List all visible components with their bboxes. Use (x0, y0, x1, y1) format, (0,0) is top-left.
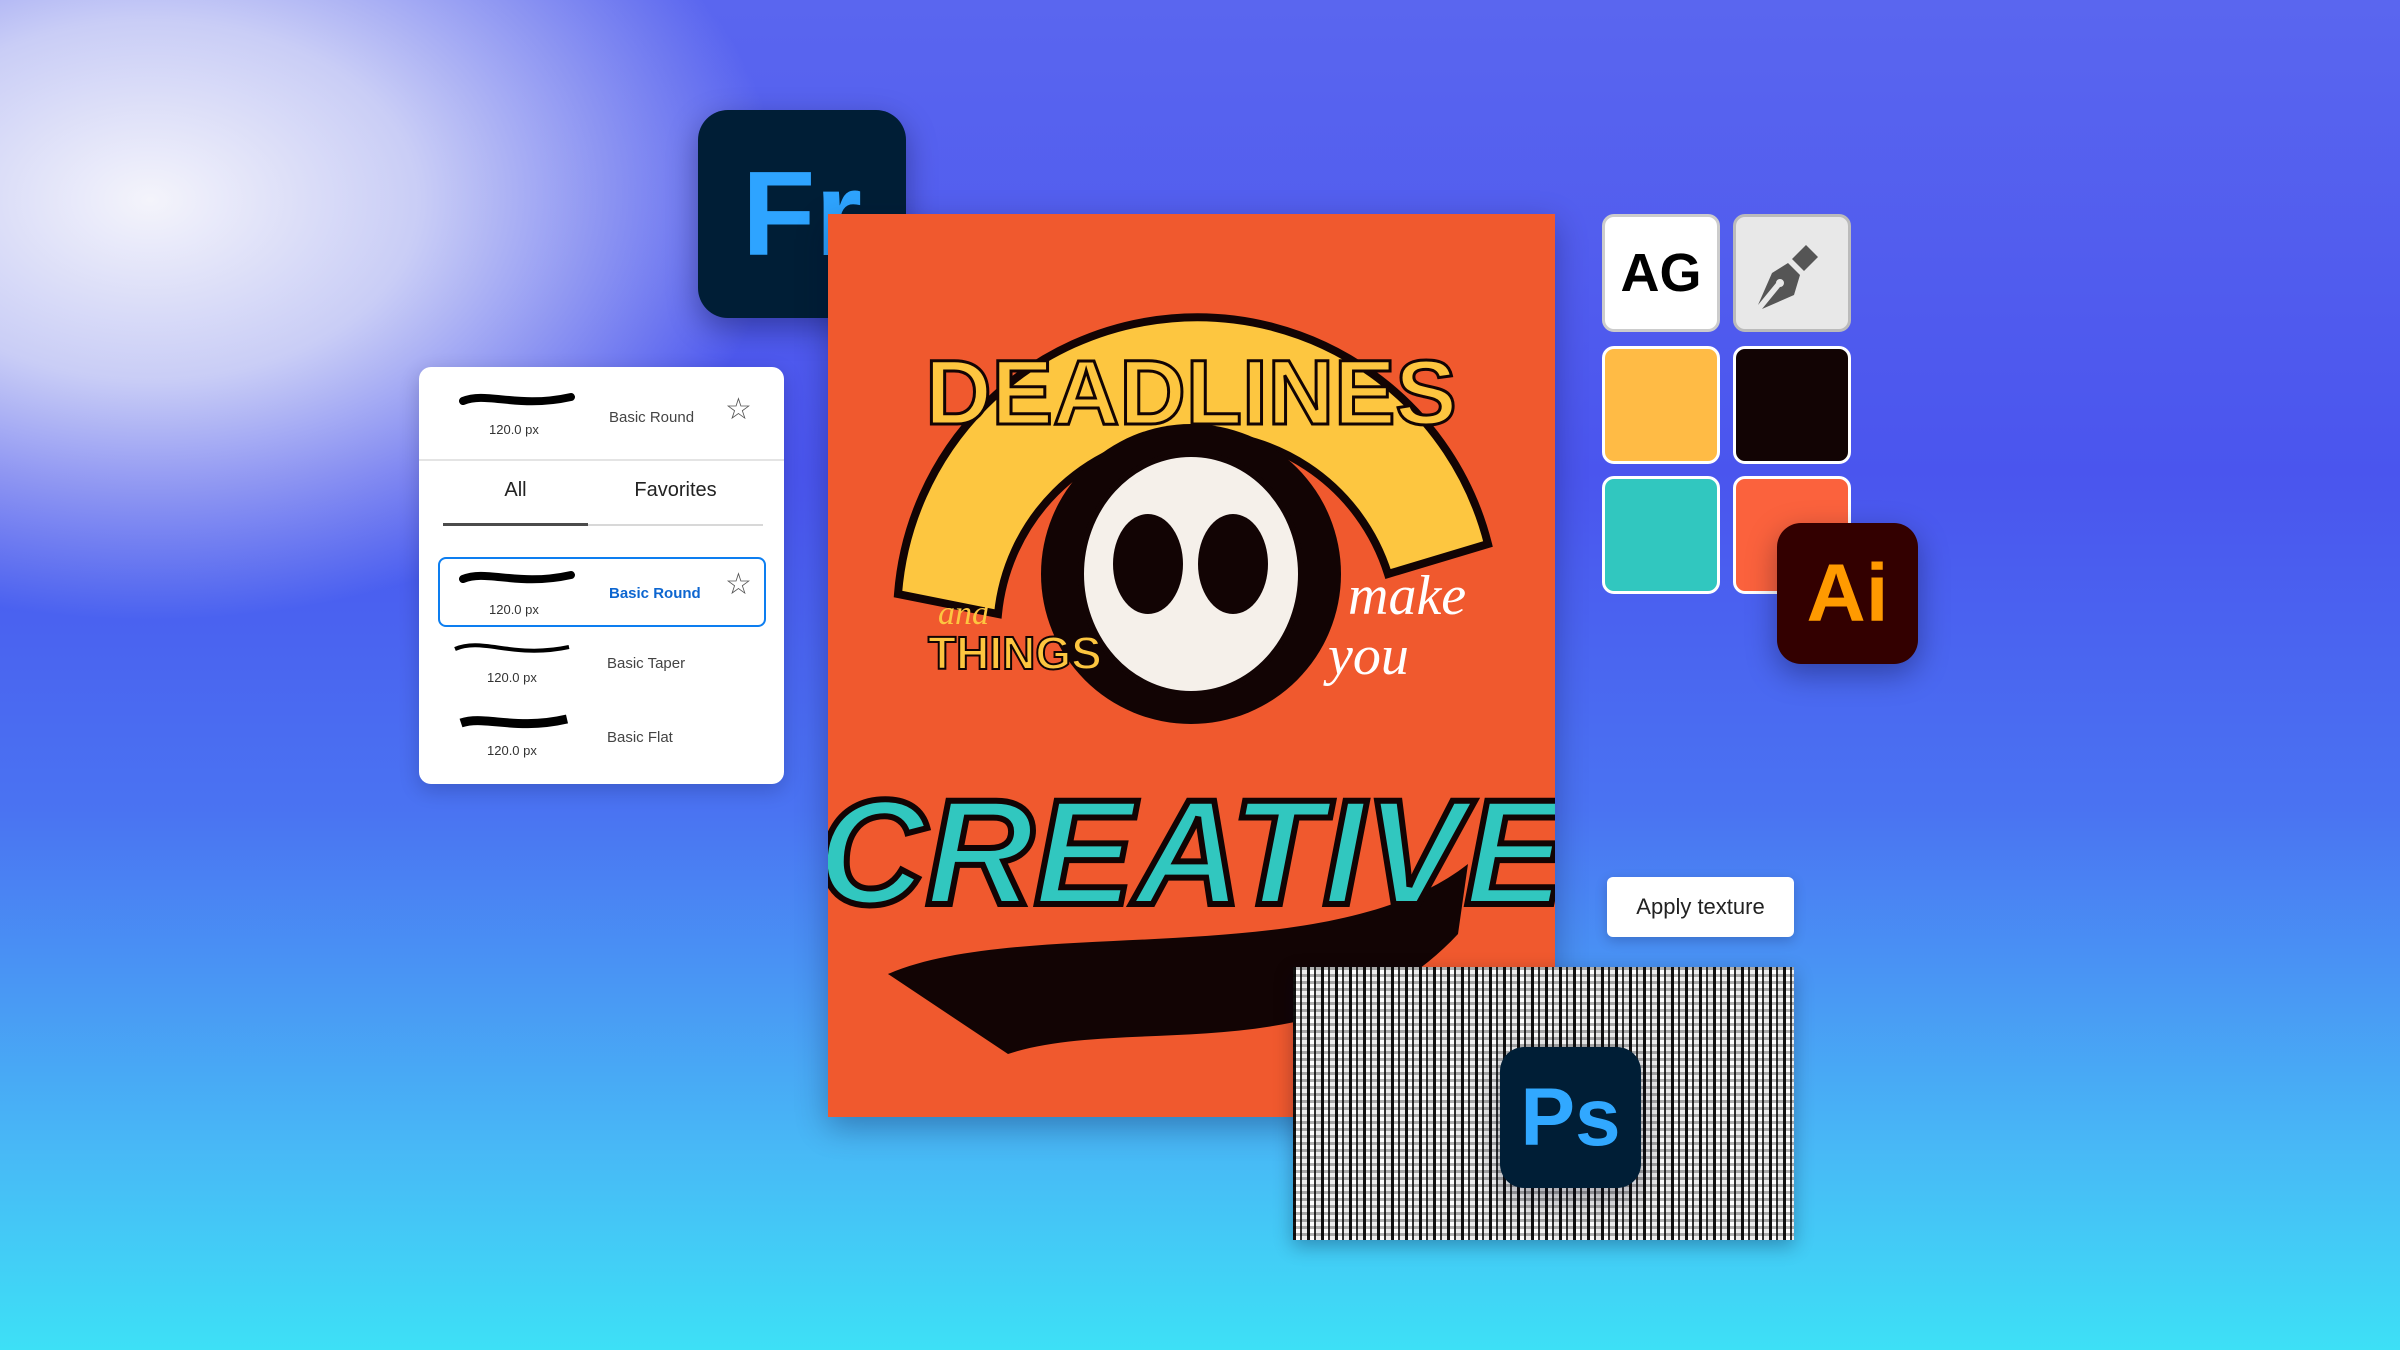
poster-word: make (1348, 565, 1466, 627)
brush-size: 120.0 px (487, 670, 537, 685)
brush-name: Basic Round (609, 585, 701, 602)
poster-word: THINGS (928, 627, 1102, 679)
current-brush-stroke (459, 393, 575, 406)
brush-stroke-taper (454, 643, 570, 653)
brush-name: Basic Flat (607, 729, 673, 746)
pen-tool-icon (1758, 245, 1818, 309)
current-brush-size: 120.0 px (489, 422, 539, 437)
divider (419, 459, 784, 461)
pen-tool-tile[interactable] (1733, 214, 1851, 332)
brush-item-basic-flat[interactable]: 120.0 px Basic Flat (438, 707, 766, 777)
brush-item-basic-round[interactable]: 120.0 px Basic Round ☆ (438, 557, 766, 627)
tab-indicator (443, 523, 588, 526)
poster-word: CREATIVE (828, 768, 1555, 936)
poster-word: DEADLINES (925, 342, 1457, 444)
brush-stroke-flat (459, 714, 569, 729)
color-swatch-black[interactable] (1733, 346, 1851, 464)
brush-size: 120.0 px (489, 602, 539, 617)
favorite-star-icon[interactable]: ☆ (725, 392, 752, 427)
brush-size: 120.0 px (487, 743, 537, 758)
favorite-star-icon[interactable]: ☆ (725, 567, 752, 602)
color-swatch-teal[interactable] (1602, 476, 1720, 594)
current-brush-name: Basic Round (609, 409, 695, 426)
font-tile[interactable]: AG (1602, 214, 1720, 332)
poster-word: you (1323, 625, 1409, 687)
photoshop-app-icon: Ps (1500, 1047, 1641, 1188)
brush-item-basic-taper[interactable]: 120.0 px Basic Taper (438, 635, 766, 705)
brush-panel: 120.0 px Basic Round ☆ All Favorites 120… (419, 367, 784, 784)
illustrator-app-icon: Ai (1777, 523, 1918, 664)
brush-stroke-round (459, 571, 575, 584)
apply-texture-button[interactable]: Apply texture (1607, 877, 1794, 937)
tab-all[interactable]: All (443, 479, 588, 502)
color-swatch-yellow[interactable] (1602, 346, 1720, 464)
tab-favorites[interactable]: Favorites (588, 479, 763, 502)
brush-name: Basic Taper (607, 655, 686, 672)
